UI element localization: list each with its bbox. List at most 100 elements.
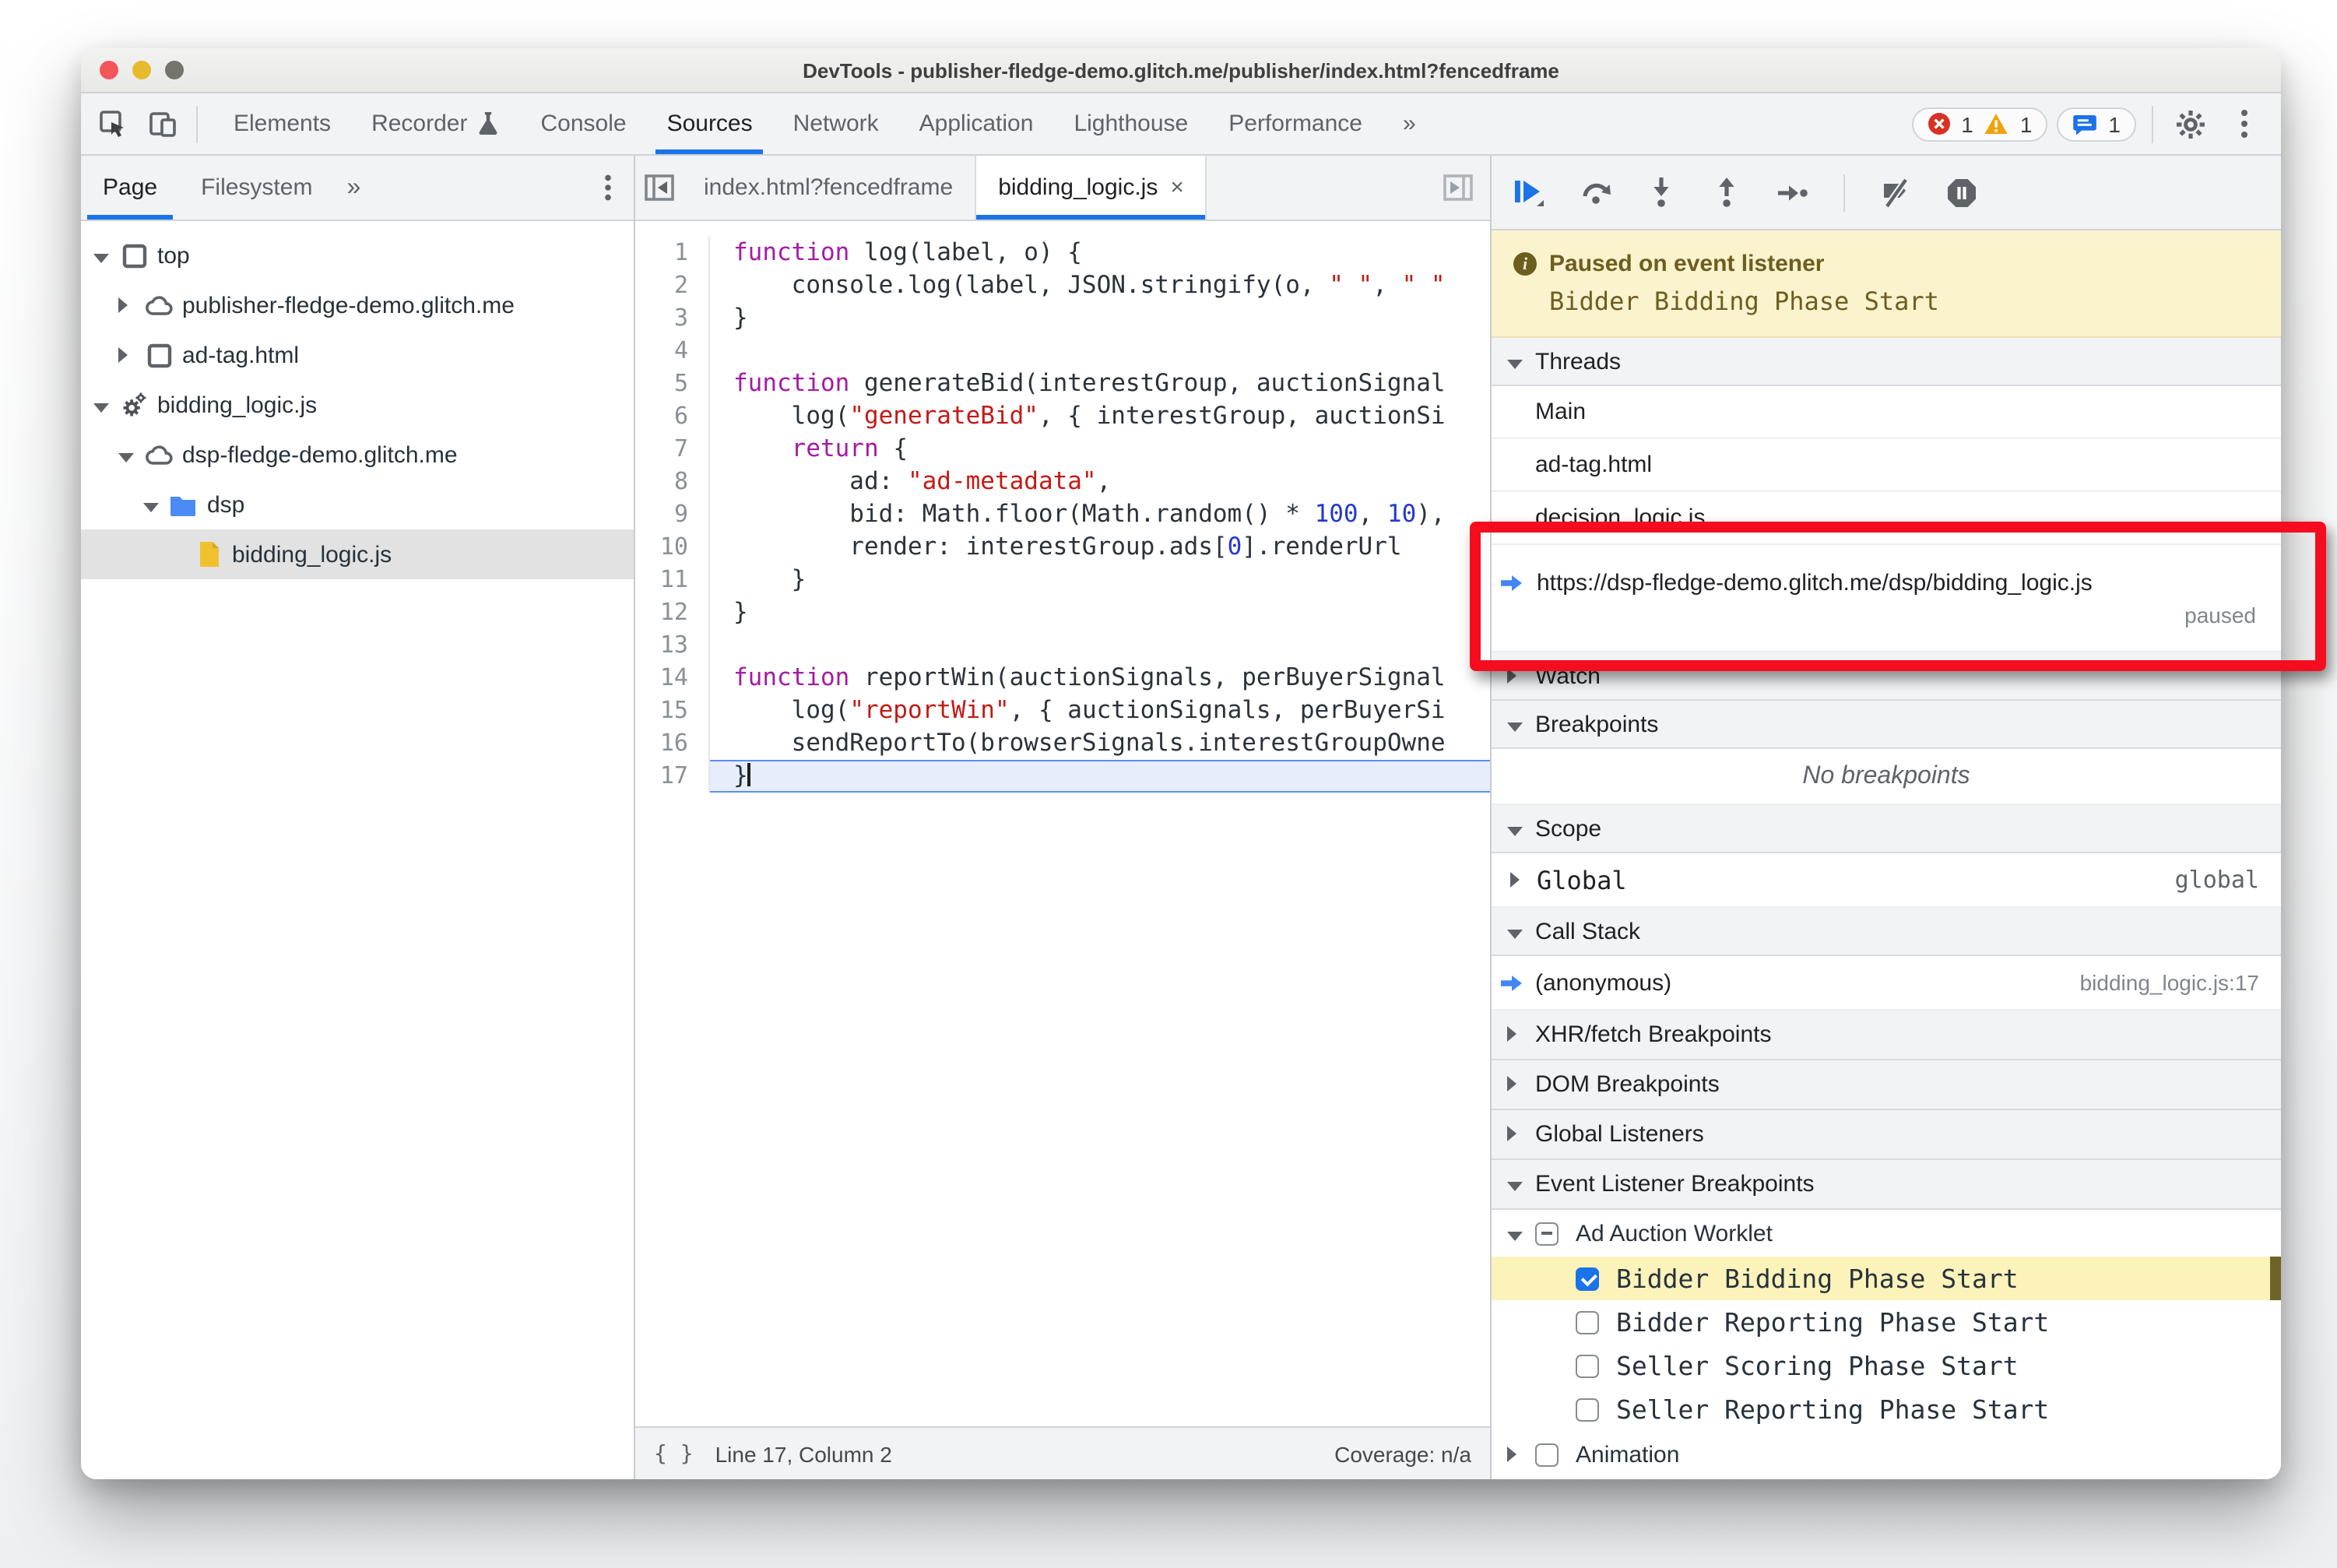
expander-icon[interactable] [118, 292, 137, 318]
line-number[interactable]: 8 [635, 466, 710, 498]
tree-item-bidding-logic-js[interactable]: bidding_logic.js [81, 529, 634, 579]
tab-sources[interactable]: Sources [647, 93, 773, 154]
step-icon[interactable] [1772, 172, 1812, 213]
code-text[interactable]: log("reportWin", { auctionSignals, perBu… [710, 694, 1490, 727]
inspect-element-icon[interactable] [90, 102, 134, 146]
tree-item-dsp-fledge-demo-glitch-me[interactable]: dsp-fledge-demo.glitch.me [81, 430, 634, 480]
section-dom-breakpoints[interactable]: DOM Breakpoints [1492, 1060, 2281, 1110]
tree-item-ad-tag-html[interactable]: ad-tag.html [81, 330, 634, 380]
expander-icon[interactable] [143, 491, 162, 518]
more-tabs-icon[interactable]: » [1383, 93, 1436, 154]
code-text[interactable]: ad: "ad-metadata", [710, 466, 1490, 498]
line-number[interactable]: 16 [635, 727, 710, 760]
thread-row-active[interactable]: https://dsp-fledge-demo.glitch.me/dsp/bi… [1492, 545, 2281, 652]
pause-on-exceptions-icon[interactable] [1942, 172, 1982, 213]
code-text[interactable]: log("generateBid", { interestGroup, auct… [710, 400, 1490, 433]
expander-icon[interactable] [93, 392, 112, 418]
deactivate-breakpoints-icon[interactable] [1876, 172, 1917, 213]
code-text[interactable]: function log(label, o) { [710, 237, 1490, 269]
code-text[interactable]: function generateBid(interestGroup, auct… [710, 367, 1490, 400]
tab-performance[interactable]: Performance [1208, 93, 1383, 154]
editor-tab-bidding-logic-js[interactable]: bidding_logic.js × [976, 156, 1207, 220]
section-threads[interactable]: Threads [1492, 338, 2281, 386]
line-number[interactable]: 15 [635, 694, 710, 727]
expander-icon[interactable] [93, 242, 112, 269]
code-text[interactable] [710, 335, 1490, 367]
line-number[interactable]: 1 [635, 237, 710, 269]
tree-item-dsp[interactable]: dsp [81, 480, 634, 529]
line-number[interactable]: 3 [635, 302, 710, 335]
pretty-print-icon[interactable]: { } [654, 1441, 694, 1466]
code-text[interactable]: sendReportTo(browserSignals.interestGrou… [710, 727, 1490, 760]
step-into-icon[interactable] [1641, 172, 1682, 213]
tab-lighthouse[interactable]: Lighthouse [1053, 93, 1208, 154]
section-xhr-breakpoints[interactable]: XHR/fetch Breakpoints [1492, 1011, 2281, 1060]
section-watch[interactable]: Watch [1492, 652, 2281, 701]
code-text[interactable]: } [710, 302, 1490, 335]
section-scope[interactable]: Scope [1492, 805, 2281, 853]
expander-icon[interactable] [118, 441, 137, 468]
resume-script-icon[interactable] [1510, 172, 1551, 213]
event-checkbox[interactable] [1576, 1397, 1599, 1421]
section-call-stack[interactable]: Call Stack [1492, 908, 2281, 956]
code-text[interactable]: } [710, 564, 1490, 596]
event-seller-reporting-phase-start[interactable]: Seller Reporting Phase Start [1492, 1387, 2281, 1431]
line-number[interactable]: 14 [635, 662, 710, 694]
messages-badge[interactable]: 1 [2057, 107, 2136, 141]
event-checkbox[interactable] [1576, 1310, 1599, 1334]
tab-page[interactable]: Page [81, 156, 179, 220]
code-text[interactable]: console.log(label, JSON.stringify(o, " "… [710, 269, 1490, 302]
tab-filesystem[interactable]: Filesystem [179, 156, 334, 220]
tab-network[interactable]: Network [773, 93, 899, 154]
tab-recorder[interactable]: Recorder [351, 93, 520, 154]
call-stack-frame[interactable]: (anonymous) bidding_logic.js:17 [1492, 956, 2281, 1011]
settings-gear-icon[interactable] [2169, 102, 2212, 146]
section-breakpoints[interactable]: Breakpoints [1492, 701, 2281, 749]
code-text[interactable]: return { [710, 433, 1490, 466]
navigator-kebab-icon[interactable] [604, 174, 612, 201]
line-number[interactable]: 9 [635, 498, 710, 531]
code-text[interactable] [710, 629, 1490, 662]
thread-row[interactable]: ad-tag.html [1492, 439, 2281, 492]
thread-row[interactable]: Main [1492, 386, 2281, 439]
code-text[interactable]: bid: Math.floor(Math.random() * 100, 10)… [710, 498, 1490, 531]
code-text[interactable]: render: interestGroup.ads[0].renderUrl [710, 531, 1490, 564]
line-number[interactable]: 13 [635, 629, 710, 662]
tab-elements[interactable]: Elements [213, 93, 351, 154]
step-out-icon[interactable] [1706, 172, 1747, 213]
scope-global-row[interactable]: Global global [1492, 853, 2281, 908]
expander-icon[interactable] [118, 342, 137, 368]
event-bidder-bidding-phase-start[interactable]: Bidder Bidding Phase Start [1492, 1257, 2281, 1300]
thread-row[interactable]: decision_logic.js [1492, 492, 2281, 545]
event-bidder-reporting-phase-start[interactable]: Bidder Reporting Phase Start [1492, 1300, 2281, 1344]
kebab-menu-icon[interactable] [2222, 102, 2265, 146]
category-canvas[interactable]: Canvas [1492, 1478, 2281, 1479]
category-ad-auction-worklet[interactable]: Ad Auction Worklet [1492, 1210, 2281, 1257]
device-toolbar-icon[interactable] [140, 102, 184, 146]
tree-item-bidding-logic-js[interactable]: bidding_logic.js [81, 380, 634, 430]
line-number[interactable]: 5 [635, 367, 710, 400]
tab-application[interactable]: Application [899, 93, 1054, 154]
editor-tab-index-html-fencedframe[interactable]: index.html?fencedframe [682, 156, 977, 220]
line-number[interactable]: 17 [635, 760, 710, 793]
line-number[interactable]: 11 [635, 564, 710, 596]
ad-auction-worklet-checkbox[interactable] [1535, 1222, 1559, 1245]
hide-navigator-icon[interactable] [635, 156, 682, 220]
section-event-listener-breakpoints[interactable]: Event Listener Breakpoints [1492, 1160, 2281, 1210]
show-debugger-sidebar-icon[interactable] [1434, 156, 1481, 220]
tree-item-publisher-fledge-demo-glitch-me[interactable]: publisher-fledge-demo.glitch.me [81, 280, 634, 330]
line-number[interactable]: 4 [635, 335, 710, 367]
code-text[interactable]: } [710, 596, 1490, 629]
code-editor[interactable]: 1 function log(label, o) {2 console.log(l… [635, 221, 1490, 1426]
line-number[interactable]: 7 [635, 433, 710, 466]
event-checkbox[interactable] [1576, 1267, 1599, 1290]
code-text[interactable]: } [710, 760, 1490, 793]
event-checkbox[interactable] [1576, 1354, 1599, 1377]
animation-checkbox[interactable] [1535, 1443, 1559, 1466]
tree-item-top[interactable]: top [81, 230, 634, 280]
line-number[interactable]: 6 [635, 400, 710, 433]
category-animation[interactable]: Animation [1492, 1431, 2281, 1478]
event-seller-scoring-phase-start[interactable]: Seller Scoring Phase Start [1492, 1344, 2281, 1387]
code-text[interactable]: function reportWin(auctionSignals, perBu… [710, 662, 1490, 694]
tab-console[interactable]: Console [520, 93, 646, 154]
